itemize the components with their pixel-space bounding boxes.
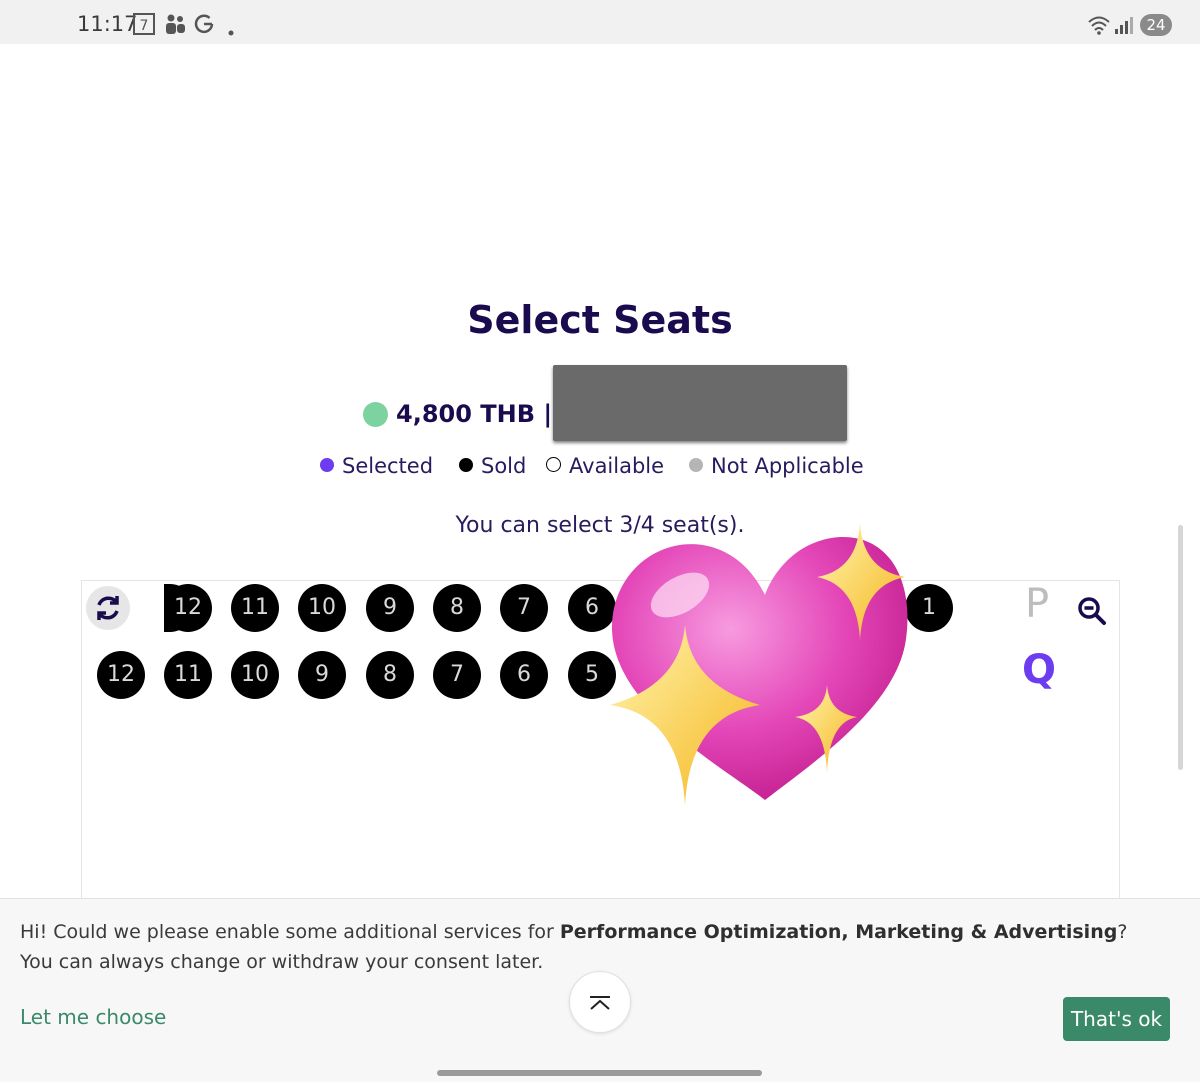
teams-icon: [163, 13, 187, 40]
legend-selected: Selected: [320, 454, 433, 478]
seat-q-9[interactable]: 9: [298, 651, 346, 699]
sparkling-heart-icon: [610, 523, 908, 805]
signal-icon: [1114, 15, 1134, 40]
seat-p-10[interactable]: 10: [298, 584, 346, 632]
status-time: 11:17: [77, 12, 138, 36]
7-eleven-icon: 7: [133, 13, 157, 40]
seat-p-11[interactable]: 11: [231, 584, 279, 632]
seat-q-11[interactable]: 11: [164, 651, 212, 699]
consent-text-bold: Performance Optimization, Marketing & Ad…: [559, 921, 1118, 943]
scrollbar[interactable]: [1178, 525, 1183, 770]
let-me-choose-link[interactable]: Let me choose: [20, 1005, 166, 1029]
legend-not-applicable: Not Applicable: [689, 454, 864, 478]
legend-label: Selected: [342, 454, 434, 478]
price-zone-dot: [363, 402, 388, 427]
seat-q-7[interactable]: 7: [433, 651, 481, 699]
seat-q-10[interactable]: 10: [231, 651, 279, 699]
status-bar: 11:17 7 24: [0, 0, 1200, 44]
google-icon: [193, 13, 217, 40]
battery-badge: 24: [1140, 14, 1172, 36]
legend-label: Not Applicable: [711, 454, 864, 478]
chevron-up-icon: [590, 996, 610, 1010]
consent-message: Hi! Could we please enable some addition…: [20, 917, 1160, 977]
redacted-block: [553, 365, 847, 441]
zoom-out-icon[interactable]: [1076, 595, 1108, 627]
refresh-icon[interactable]: [86, 586, 130, 630]
scroll-to-top-button[interactable]: [569, 971, 631, 1033]
seat-p-9[interactable]: 9: [366, 584, 414, 632]
consent-banner: Hi! Could we please enable some addition…: [0, 898, 1200, 1061]
page-title: Select Seats: [467, 298, 733, 342]
dot-icon: [228, 20, 234, 41]
not-applicable-dot-icon: [689, 458, 703, 472]
row-label-q: Q: [1021, 647, 1056, 693]
legend-label: Sold: [481, 454, 527, 478]
legend-sold: Sold: [459, 454, 526, 478]
legend-available: Available: [546, 454, 664, 478]
consent-text-start: Hi! Could we please enable some addition…: [20, 921, 560, 943]
available-dot-icon: [546, 457, 561, 472]
svg-text:7: 7: [140, 18, 149, 34]
system-nav-bar: [0, 1060, 1200, 1082]
seat-p-8[interactable]: 8: [433, 584, 481, 632]
price-label: 4,800 THB |: [396, 400, 553, 428]
sold-dot-icon: [459, 458, 473, 472]
seat-q-6[interactable]: 6: [500, 651, 548, 699]
legend-label: Available: [569, 454, 665, 478]
thats-ok-button[interactable]: That's ok: [1063, 997, 1170, 1041]
selected-dot-icon: [320, 458, 334, 472]
seat-q-8[interactable]: 8: [366, 651, 414, 699]
seat-p-12[interactable]: 12: [164, 584, 212, 632]
seat-p-7[interactable]: 7: [500, 584, 548, 632]
home-gesture-handle[interactable]: [437, 1070, 762, 1076]
seat-q-12[interactable]: 12: [97, 651, 145, 699]
wifi-icon: [1087, 15, 1111, 40]
row-label-p: P: [1024, 581, 1050, 627]
